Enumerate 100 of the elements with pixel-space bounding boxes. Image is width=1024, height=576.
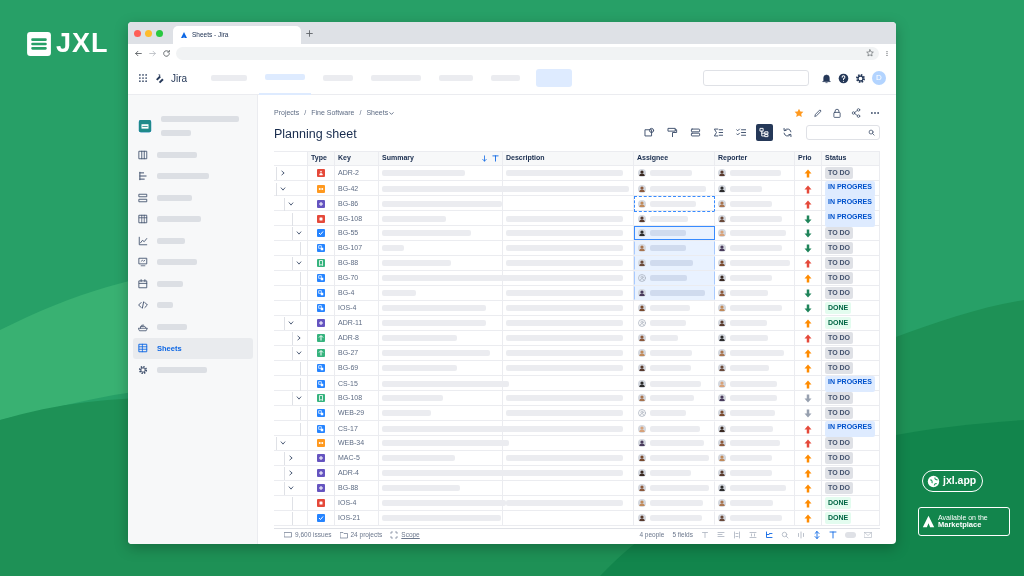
placeholder-bar	[157, 151, 197, 158]
page-title: Planning sheet	[274, 125, 358, 143]
new-tab-icon[interactable]	[305, 28, 314, 38]
search-field[interactable]	[703, 70, 809, 86]
avatar-icon	[718, 425, 726, 433]
star-icon[interactable]	[794, 108, 804, 118]
settings-icon[interactable]	[855, 72, 866, 84]
format-icon[interactable]	[701, 531, 709, 539]
chevron-right-icon[interactable]	[280, 170, 286, 176]
avatar-icon	[638, 469, 646, 477]
window-control-dot[interactable]	[145, 29, 152, 37]
table-icon	[138, 343, 148, 354]
chevron-down-icon[interactable]	[296, 395, 302, 401]
reload-icon[interactable]	[162, 48, 171, 58]
assignee-cell[interactable]	[634, 196, 715, 212]
chevron-down-icon[interactable]	[296, 350, 302, 356]
more-icon[interactable]	[884, 48, 890, 58]
logo-text: JXL	[56, 30, 109, 57]
avatar-icon	[718, 469, 726, 477]
toolbar-button[interactable]	[756, 124, 773, 141]
hierarchy-icon	[759, 127, 770, 138]
refresh-icon	[782, 127, 793, 138]
avatar-icon	[638, 200, 646, 208]
avatar-icon	[638, 380, 646, 388]
code-icon	[138, 300, 148, 311]
avatar-icon	[718, 304, 726, 312]
avatar-icon	[718, 394, 726, 402]
mail-icon[interactable]	[864, 531, 872, 539]
avatar-icon	[718, 185, 726, 193]
person-icon	[638, 409, 646, 417]
assignee-cell[interactable]	[634, 241, 715, 255]
add-view-icon	[644, 127, 655, 138]
chevron-down-icon[interactable]	[288, 485, 294, 491]
project-icon	[138, 119, 152, 133]
search-field[interactable]	[806, 125, 880, 140]
folder-icon	[339, 531, 348, 539]
hierarchy-icon[interactable]	[765, 531, 773, 539]
search-icon[interactable]	[868, 129, 875, 136]
chevron-down-icon[interactable]	[296, 260, 302, 266]
bell-icon[interactable]	[821, 72, 832, 84]
window-control-dot[interactable]	[134, 29, 141, 37]
avatar-icon	[718, 334, 726, 342]
chevron-down-icon[interactable]	[296, 230, 302, 236]
avatar-icon	[638, 514, 646, 522]
placeholder-bar	[157, 216, 201, 223]
assignee-cell[interactable]	[634, 271, 715, 285]
toggle-switch[interactable]	[845, 532, 856, 538]
rows-icon[interactable]	[749, 531, 757, 539]
chevron-right-icon[interactable]	[296, 335, 302, 341]
pencil-icon[interactable]	[813, 108, 823, 118]
back-icon[interactable]	[134, 48, 143, 58]
expand-icon[interactable]	[813, 531, 821, 539]
placeholder-bar	[650, 230, 686, 236]
avatar-icon	[718, 349, 726, 357]
help-icon[interactable]	[838, 72, 849, 84]
filter-icon[interactable]	[492, 155, 499, 162]
chevron-right-icon[interactable]	[288, 470, 294, 476]
placeholder-bar	[157, 237, 185, 244]
ship-icon	[138, 321, 148, 332]
window-control-dot[interactable]	[156, 29, 163, 37]
placeholder-bar	[157, 194, 192, 201]
monitor-icon	[284, 531, 292, 539]
chevron-down-icon[interactable]	[280, 440, 286, 446]
avatar-icon	[718, 274, 726, 282]
placeholder-bar	[157, 173, 209, 180]
placeholder-button[interactable]	[536, 69, 573, 87]
chevron-down-icon[interactable]	[280, 186, 286, 192]
filter-icon[interactable]	[829, 531, 837, 539]
bookmark-star-icon[interactable]	[866, 49, 874, 57]
chart-icon	[138, 235, 148, 246]
forward-icon[interactable]	[148, 48, 157, 58]
avatar-icon	[718, 499, 726, 507]
checklist-icon	[736, 127, 747, 138]
avatar-icon	[638, 169, 646, 177]
assignee-cell[interactable]	[634, 256, 715, 270]
chevron-down-icon[interactable]	[388, 109, 396, 117]
avatar-icon	[718, 244, 726, 252]
chevron-down-icon[interactable]	[288, 320, 294, 326]
globe-icon	[927, 474, 940, 488]
columns-icon[interactable]	[733, 531, 741, 539]
sort-descending-icon[interactable]	[481, 155, 488, 162]
column-split-icon[interactable]	[797, 531, 805, 539]
share-icon[interactable]	[851, 108, 861, 118]
avatar-icon	[718, 514, 726, 522]
board-icon	[138, 149, 148, 160]
avatar-icon	[718, 454, 726, 462]
avatar-icon	[638, 394, 646, 402]
placeholder-bar	[157, 366, 207, 373]
assignee-cell[interactable]	[634, 226, 715, 240]
app-name[interactable]: Jira	[171, 70, 188, 86]
app-grid-icon[interactable]	[138, 73, 148, 83]
scope-icon	[390, 531, 399, 539]
chevron-right-icon[interactable]	[288, 455, 294, 461]
lock-icon[interactable]	[832, 108, 842, 118]
person-icon	[638, 274, 646, 282]
align-icon[interactable]	[717, 531, 725, 539]
paint-roller-icon	[667, 127, 678, 138]
logo-icon	[922, 515, 935, 528]
assignee-cell[interactable]	[634, 286, 715, 300]
chevron-down-icon[interactable]	[288, 201, 294, 207]
